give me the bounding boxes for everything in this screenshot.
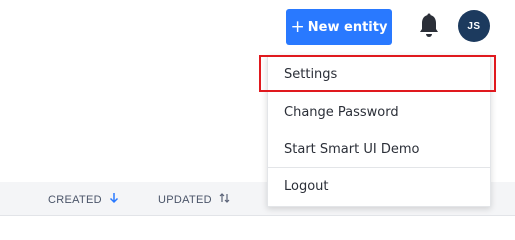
column-header-updated[interactable]: UPDATED — [158, 192, 230, 207]
user-menu: Settings Change Password Start Smart UI … — [267, 55, 491, 207]
menu-divider — [268, 167, 490, 168]
arrow-down-icon — [109, 192, 119, 207]
bell-icon[interactable] — [417, 13, 441, 39]
avatar-initials: JS — [467, 20, 481, 32]
menu-item-label: Start Smart UI Demo — [284, 141, 420, 157]
plus-icon: + — [290, 16, 305, 37]
menu-item-label: Logout — [284, 178, 329, 194]
avatar[interactable]: JS — [458, 10, 490, 42]
menu-item-label: Settings — [284, 66, 338, 82]
column-header-created[interactable]: CREATED — [48, 192, 119, 207]
column-header-label: UPDATED — [158, 193, 212, 206]
menu-item-start-demo[interactable]: Start Smart UI Demo — [268, 132, 490, 166]
new-entity-button[interactable]: + New entity — [286, 9, 392, 45]
menu-item-change-password[interactable]: Change Password — [268, 95, 490, 129]
new-entity-label: New entity — [307, 19, 388, 35]
menu-item-label: Change Password — [284, 104, 399, 120]
column-header-label: CREATED — [48, 193, 102, 206]
sort-updown-icon — [219, 192, 230, 207]
menu-item-logout[interactable]: Logout — [268, 169, 490, 203]
menu-item-settings[interactable]: Settings — [268, 57, 490, 91]
